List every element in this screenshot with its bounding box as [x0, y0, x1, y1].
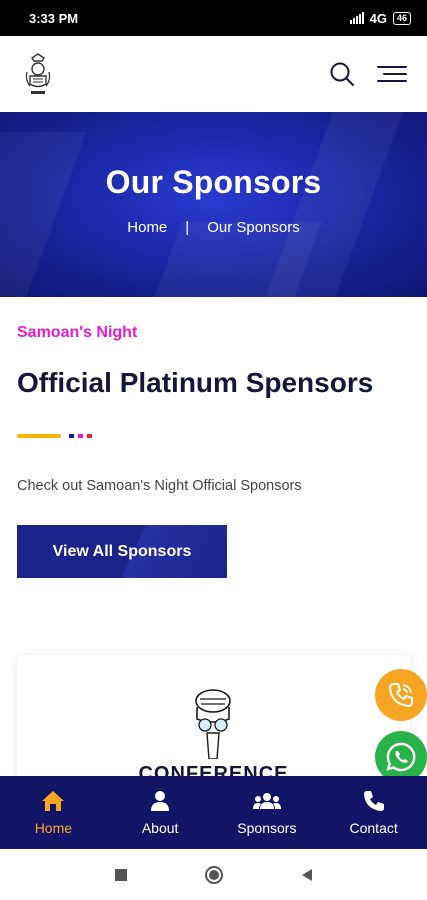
section-title: Official Platinum Spensors [17, 367, 374, 398]
divider-dot [78, 434, 83, 438]
whatsapp-icon [386, 742, 416, 772]
status-bar: 3:33 PM 4G 46 [0, 0, 427, 36]
nav-item-sponsors[interactable]: Sponsors [214, 776, 321, 849]
hero-banner: Our Sponsors Home | Our Sponsors [0, 112, 427, 297]
bottom-navigation: Home About Sponsors Contact [0, 776, 427, 849]
breadcrumb: Home | Our Sponsors [0, 219, 427, 236]
page-title: Our Sponsors [105, 164, 322, 200]
users-icon [252, 792, 281, 809]
nav-label-about: About [141, 819, 179, 836]
divider-bar [17, 434, 61, 438]
divider-dot [69, 434, 74, 438]
section-eyebrow: Samoan's Night [17, 324, 138, 341]
breadcrumb-current: Our Sponsors [207, 219, 300, 236]
battery-icon: 46 [392, 11, 411, 25]
divider-dot [87, 434, 92, 438]
phone-icon [363, 790, 384, 811]
phone-call-icon [389, 683, 413, 707]
network-type: 4G [369, 10, 387, 26]
nav-label-sponsors: Sponsors [237, 819, 297, 836]
menu-button[interactable] [377, 64, 407, 84]
battery-level: 46 [396, 12, 407, 23]
recents-square-icon[interactable] [114, 868, 128, 882]
breadcrumb-separator: | [185, 219, 190, 236]
breadcrumb-home-link[interactable]: Home [127, 219, 167, 236]
nav-item-home[interactable]: Home [0, 776, 107, 849]
home-circle-icon[interactable] [204, 865, 224, 885]
status-time: 3:33 PM [29, 10, 79, 26]
section-description: Check out Samoan's Night Official Sponso… [17, 478, 302, 494]
header-actions [329, 61, 407, 87]
app-header [0, 36, 427, 112]
view-all-sponsors-button[interactable]: View All Sponsors [17, 525, 227, 578]
system-navigation-bar [0, 849, 427, 900]
signal-icon [349, 12, 364, 24]
home-icon [42, 790, 65, 811]
nav-item-contact[interactable]: Contact [320, 776, 427, 849]
hero-background-stripe [0, 132, 87, 297]
microphone-icon [195, 689, 231, 759]
user-icon [151, 790, 170, 811]
nav-label-home: Home [34, 819, 73, 836]
search-button[interactable] [329, 61, 355, 87]
hamburger-menu-icon [377, 66, 407, 82]
nav-label-contact: Contact [349, 819, 398, 836]
status-icons: 4G 46 [349, 10, 411, 26]
society-crest-logo[interactable] [22, 52, 54, 96]
decorative-divider [17, 434, 92, 438]
sponsor-card[interactable]: CONFERENCE [17, 655, 410, 795]
back-triangle-icon[interactable] [300, 868, 314, 882]
call-floating-button[interactable] [375, 669, 427, 721]
nav-item-about[interactable]: About [107, 776, 214, 849]
search-icon [330, 62, 354, 86]
